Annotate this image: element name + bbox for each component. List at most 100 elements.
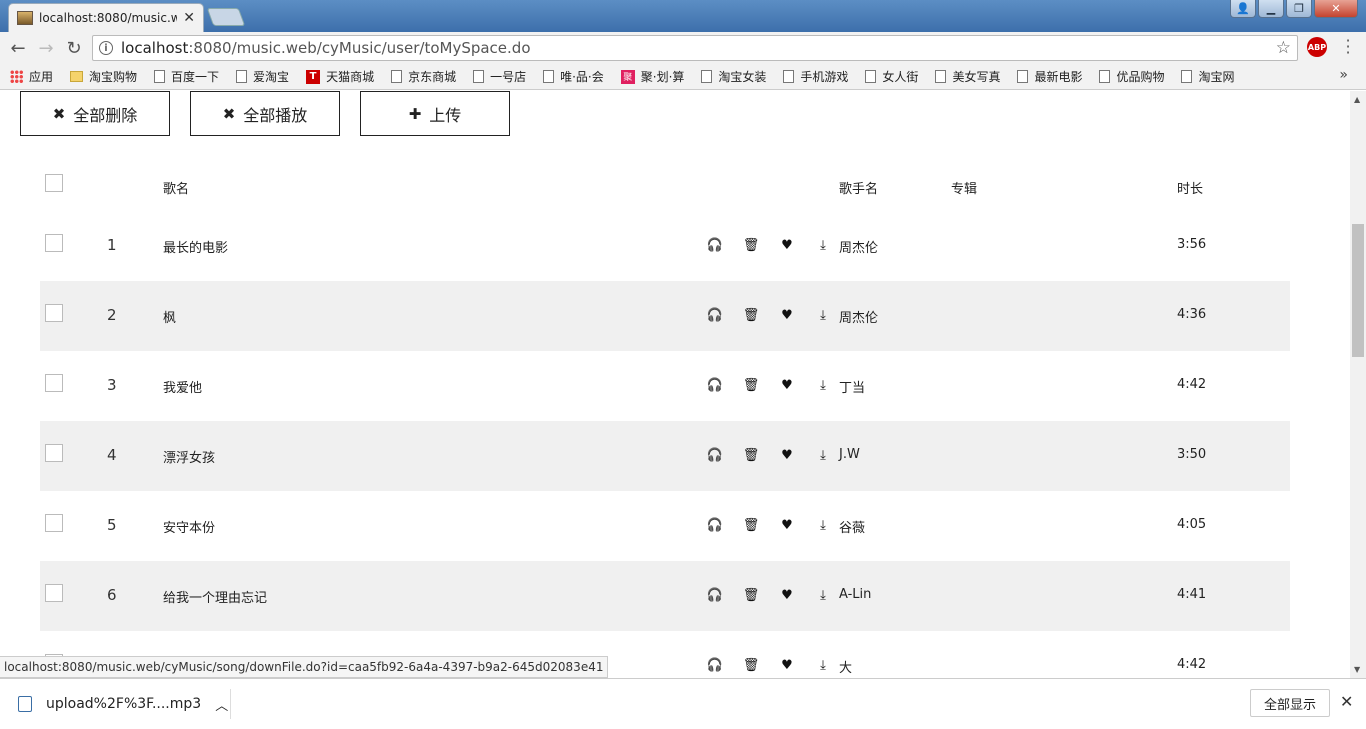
show-all-button[interactable]: 全部显示 bbox=[1250, 689, 1330, 717]
song-name[interactable]: 漂浮女孩 bbox=[163, 447, 215, 466]
reload-icon[interactable]: ↻ bbox=[60, 34, 88, 62]
bookmark-item[interactable]: 淘宝网 bbox=[1181, 68, 1235, 85]
trash-icon[interactable]: 🗑 bbox=[733, 587, 769, 603]
user-icon[interactable]: 👤 bbox=[1230, 0, 1256, 18]
song-name[interactable]: 给我一个理由忘记 bbox=[163, 587, 267, 606]
address-bar[interactable]: i localhost:8080/music.web/cyMusic/user/… bbox=[92, 35, 1298, 61]
trash-icon[interactable]: 🗑 bbox=[733, 377, 769, 393]
trash-icon[interactable]: 🗑 bbox=[733, 237, 769, 253]
song-duration: 4:36 bbox=[1177, 307, 1207, 322]
song-name[interactable]: 最长的电影 bbox=[163, 237, 228, 256]
bookmark-item[interactable]: 优品购物 bbox=[1099, 68, 1164, 85]
song-name[interactable]: 枫 bbox=[163, 307, 176, 326]
maximize-button[interactable]: ❐ bbox=[1286, 0, 1312, 18]
bookmark-star-icon[interactable]: ☆ bbox=[1276, 38, 1291, 58]
download-icon[interactable]: ⤓ bbox=[805, 587, 841, 603]
page-icon bbox=[1099, 70, 1111, 83]
listen-icon[interactable]: 🎧 bbox=[697, 307, 733, 323]
trash-icon[interactable]: 🗑 bbox=[733, 307, 769, 323]
page-icon bbox=[391, 70, 403, 83]
delete-all-button[interactable]: ✖ 全部删除 bbox=[20, 91, 170, 136]
row-checkbox[interactable] bbox=[45, 514, 63, 532]
bookmark-label: 淘宝网 bbox=[1198, 70, 1235, 84]
forward-arrow-icon[interactable]: → bbox=[32, 34, 60, 62]
heart-icon[interactable]: ♥ bbox=[769, 587, 805, 603]
scroll-down-icon[interactable]: ▼ bbox=[1354, 665, 1360, 674]
page-icon bbox=[1017, 70, 1029, 83]
song-name[interactable]: 我爱他 bbox=[163, 377, 202, 396]
listen-icon[interactable]: 🎧 bbox=[697, 237, 733, 253]
listen-icon[interactable]: 🎧 bbox=[697, 587, 733, 603]
upload-button[interactable]: ✚ 上传 bbox=[360, 91, 510, 136]
menu-icon[interactable]: · · · bbox=[1342, 33, 1354, 61]
heart-icon[interactable]: ♥ bbox=[769, 307, 805, 323]
bookmark-item[interactable]: 应用 bbox=[10, 68, 53, 85]
bookmark-item[interactable]: 爱淘宝 bbox=[236, 68, 289, 85]
trash-icon[interactable]: 🗑 bbox=[733, 517, 769, 533]
more-bookmarks-icon[interactable]: » bbox=[1339, 67, 1348, 83]
row-actions: 🎧 🗑 ♥ ⤓ bbox=[697, 377, 841, 393]
bookmark-label: 手机游戏 bbox=[800, 70, 849, 84]
heart-icon[interactable]: ♥ bbox=[769, 377, 805, 393]
scrollbar-thumb[interactable] bbox=[1352, 224, 1364, 357]
select-all-checkbox[interactable] bbox=[45, 174, 63, 192]
heart-icon[interactable]: ♥ bbox=[769, 657, 805, 673]
bookmark-item[interactable]: 手机游戏 bbox=[783, 68, 848, 85]
minimize-button[interactable]: ▁ bbox=[1258, 0, 1284, 18]
download-icon[interactable]: ⤓ bbox=[805, 237, 841, 253]
song-name[interactable]: 安守本份 bbox=[163, 517, 215, 536]
play-all-button[interactable]: ✖ 全部播放 bbox=[190, 91, 340, 136]
heart-icon[interactable]: ♥ bbox=[769, 517, 805, 533]
row-number: 6 bbox=[107, 586, 117, 604]
bookmark-item[interactable]: 最新电影 bbox=[1017, 68, 1082, 85]
row-checkbox[interactable] bbox=[45, 234, 63, 252]
window-close-button[interactable]: ✕ bbox=[1314, 0, 1358, 18]
download-icon[interactable]: ⤓ bbox=[805, 307, 841, 323]
row-checkbox[interactable] bbox=[45, 584, 63, 602]
download-item[interactable]: upload%2F%3F....mp3 ︿ bbox=[18, 679, 228, 729]
download-icon[interactable]: ⤓ bbox=[805, 377, 841, 393]
bookmark-item[interactable]: 淘宝购物 bbox=[70, 68, 137, 85]
adblock-icon[interactable]: ABP bbox=[1307, 37, 1327, 57]
bookmark-label: 唯·品·会 bbox=[560, 70, 604, 84]
listen-icon[interactable]: 🎧 bbox=[697, 377, 733, 393]
row-checkbox[interactable] bbox=[45, 374, 63, 392]
bookmark-item[interactable]: 聚聚·划·算 bbox=[620, 68, 684, 85]
tab-close-icon[interactable]: ✕ bbox=[183, 10, 195, 26]
trash-icon[interactable]: 🗑 bbox=[733, 447, 769, 463]
scroll-up-icon[interactable]: ▲ bbox=[1354, 95, 1360, 104]
bookmark-item[interactable]: T 天猫商城 bbox=[306, 68, 374, 85]
new-tab-button[interactable] bbox=[206, 8, 246, 26]
url-path: :8080/music.web/cyMusic/user/toMySpace.d… bbox=[188, 39, 531, 57]
bookmark-item[interactable]: 百度一下 bbox=[154, 68, 219, 85]
heart-icon[interactable]: ♥ bbox=[769, 237, 805, 253]
bookmark-item[interactable]: 唯·品·会 bbox=[543, 68, 604, 85]
file-icon bbox=[18, 696, 32, 712]
heart-icon[interactable]: ♥ bbox=[769, 447, 805, 463]
download-icon[interactable]: ⤓ bbox=[805, 517, 841, 533]
vertical-scrollbar[interactable]: ▲ ▼ bbox=[1350, 91, 1366, 678]
browser-tab[interactable]: localhost:8080/music.w ✕ bbox=[8, 3, 204, 32]
bookmark-item[interactable]: 美女写真 bbox=[935, 68, 1000, 85]
info-icon[interactable]: i bbox=[99, 41, 113, 55]
listen-icon[interactable]: 🎧 bbox=[697, 447, 733, 463]
song-row: 1 最长的电影 🎧 🗑 ♥ ⤓ 周杰伦 3:56 bbox=[40, 211, 1290, 281]
page-icon bbox=[543, 70, 555, 83]
listen-icon[interactable]: 🎧 bbox=[697, 657, 733, 673]
singer-name: 丁当 bbox=[839, 381, 866, 396]
close-icon[interactable]: ✕ bbox=[1340, 692, 1353, 711]
row-checkbox[interactable] bbox=[45, 304, 63, 322]
bookmark-item[interactable]: 一号店 bbox=[473, 68, 526, 85]
bookmark-item[interactable]: 京东商城 bbox=[391, 68, 456, 85]
back-arrow-icon[interactable]: ← bbox=[4, 34, 32, 62]
download-icon[interactable]: ⤓ bbox=[805, 657, 841, 673]
chevron-up-icon[interactable]: ︿ bbox=[215, 695, 228, 714]
download-icon[interactable]: ⤓ bbox=[805, 447, 841, 463]
listen-icon[interactable]: 🎧 bbox=[697, 517, 733, 533]
bookmark-item[interactable]: 淘宝女装 bbox=[701, 68, 766, 85]
trash-icon[interactable]: 🗑 bbox=[733, 657, 769, 673]
bookmark-item[interactable]: 女人街 bbox=[865, 68, 918, 85]
bookmarks-bar: 应用 淘宝购物 百度一下 爱淘宝 T 天猫商城 京东商城 一号店 唯·品·会 聚聚·划·算 淘宝女装… bbox=[0, 64, 1366, 90]
row-checkbox[interactable] bbox=[45, 444, 63, 462]
download-shelf: upload%2F%3F....mp3 ︿ 全部显示 ✕ bbox=[0, 678, 1366, 728]
